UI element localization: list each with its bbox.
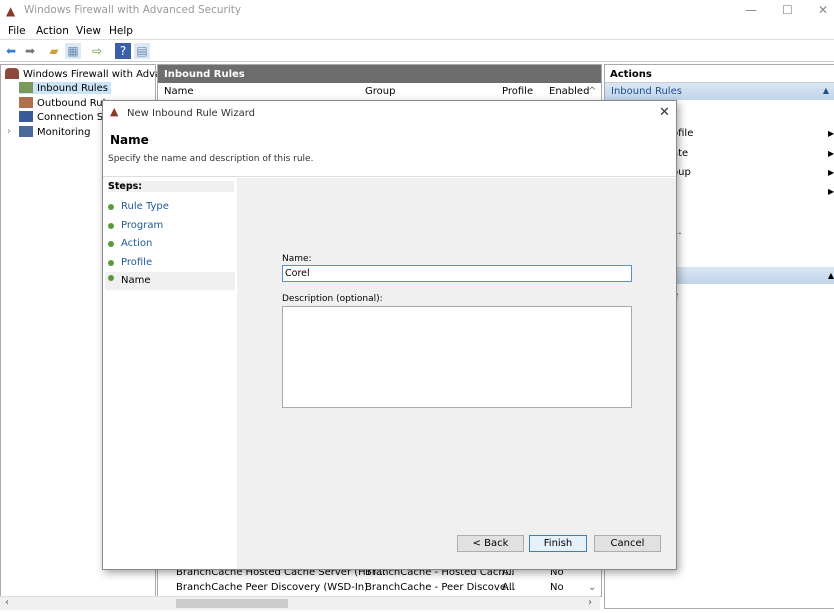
back-button[interactable]: < Back (457, 535, 524, 552)
row-enabled: No (550, 582, 564, 593)
submenu-arrow-icon: ▶ (828, 129, 834, 138)
steps-panel: Steps: Rule Type Program Action Profile … (105, 178, 235, 558)
row-profile: All (502, 582, 515, 593)
menu-action[interactable]: Action (36, 25, 69, 37)
step-bullet-icon (108, 204, 114, 210)
up-folder-icon[interactable]: ▰ (46, 43, 62, 59)
divider (103, 176, 676, 177)
horizontal-scrollbar[interactable]: ‹ › (0, 596, 600, 610)
close-button[interactable]: ✕ (818, 3, 828, 17)
submenu-arrow-icon: ▶ (828, 168, 834, 177)
sort-up-icon: ^ (588, 86, 597, 97)
description-textarea[interactable] (282, 306, 632, 408)
column-name[interactable]: Name (164, 86, 194, 97)
step-profile[interactable]: Profile (108, 257, 152, 268)
new-inbound-rule-wizard: ▲ New Inbound Rule Wizard ✕ Name Specify… (102, 100, 677, 570)
collapse-icon: ▲ (827, 271, 834, 280)
name-label: Name: (282, 254, 312, 264)
monitoring-icon (19, 126, 33, 137)
cancel-button[interactable]: Cancel (594, 535, 661, 552)
column-group[interactable]: Group (365, 86, 395, 97)
column-enabled[interactable]: Enabled (549, 86, 589, 97)
tree-item-monitoring[interactable]: Monitoring (19, 126, 90, 138)
pane-title: Inbound Rules (158, 65, 601, 83)
menu-file[interactable]: File (8, 25, 26, 37)
scroll-left-icon[interactable]: ‹ (5, 597, 9, 608)
window-title: Windows Firewall with Advanced Security (24, 4, 242, 16)
wizard-title: New Inbound Rule Wizard (127, 108, 255, 119)
menu-help[interactable]: Help (109, 25, 133, 37)
step-bullet-icon (108, 275, 114, 281)
inbound-rules-icon (19, 82, 33, 93)
step-bullet-icon (108, 260, 114, 266)
firewall-app-icon: ▲ (6, 4, 16, 18)
finish-button[interactable]: Finish (529, 535, 587, 552)
firewall-icon (5, 68, 19, 79)
title-bar: ▲ Windows Firewall with Advanced Securit… (0, 0, 834, 22)
wizard-heading: Name (110, 133, 149, 147)
forward-arrow-icon[interactable]: ➡ (22, 43, 38, 59)
tree-item-outbound-rules[interactable]: Outbound Rule (19, 97, 112, 109)
outbound-rules-icon (19, 97, 33, 108)
tree-item-connection-security[interactable]: Connection Sec (19, 111, 115, 123)
help-icon[interactable]: ? (115, 43, 131, 59)
export-icon[interactable]: ⇨ (89, 43, 105, 59)
menu-bar: File Action View Help (0, 22, 834, 40)
step-program[interactable]: Program (108, 220, 163, 231)
wizard-close-button[interactable]: ✕ (659, 105, 670, 120)
submenu-arrow-icon: ▶ (828, 187, 834, 196)
tree-item-inbound-rules[interactable]: Inbound Rules (19, 82, 111, 94)
step-bullet-icon (108, 223, 114, 229)
wizard-content: Name: Description (optional): (237, 178, 676, 569)
submenu-arrow-icon: ▶ (828, 149, 834, 158)
scroll-right-icon[interactable]: › (588, 597, 592, 608)
scrollbar-thumb[interactable] (176, 599, 288, 608)
step-name-current[interactable]: Name (105, 272, 235, 290)
maximize-button[interactable]: ☐ (782, 3, 793, 17)
column-headers: Name Group Profile Enabled ^ (158, 83, 601, 101)
scroll-down-icon[interactable]: ⌄ (588, 582, 596, 593)
actions-section-inbound-rules[interactable]: Inbound Rules ▲ (605, 83, 834, 100)
name-input[interactable] (282, 265, 632, 282)
connection-security-icon (19, 111, 33, 122)
step-rule-type[interactable]: Rule Type (108, 201, 169, 212)
minimize-button[interactable]: — (745, 3, 757, 17)
actions-title: Actions (605, 65, 834, 83)
menu-view[interactable]: View (76, 25, 101, 37)
steps-label: Steps: (108, 181, 234, 192)
show-hide-tree-icon[interactable]: ▦ (65, 43, 81, 59)
column-profile[interactable]: Profile (502, 86, 533, 97)
wizard-subtitle: Specify the name and description of this… (108, 154, 314, 164)
wizard-icon: ▲ (110, 105, 119, 118)
collapse-icon: ▲ (822, 86, 829, 95)
step-action[interactable]: Action (108, 238, 152, 249)
toolbar: ⬅ ➡ ▰ ▦ ⇨ ? ▤ (0, 41, 834, 62)
expand-chevron-icon[interactable]: › (7, 126, 11, 137)
row-group: BranchCache - Peer Discove... (365, 582, 516, 593)
table-row[interactable]: BranchCache Peer Discovery (WSD-In) (176, 582, 368, 593)
description-label: Description (optional): (282, 294, 383, 304)
show-action-pane-icon[interactable]: ▤ (134, 43, 150, 59)
step-bullet-icon (108, 241, 114, 247)
tree-root[interactable]: Windows Firewall with Advance (5, 68, 179, 80)
back-arrow-icon[interactable]: ⬅ (3, 43, 19, 59)
